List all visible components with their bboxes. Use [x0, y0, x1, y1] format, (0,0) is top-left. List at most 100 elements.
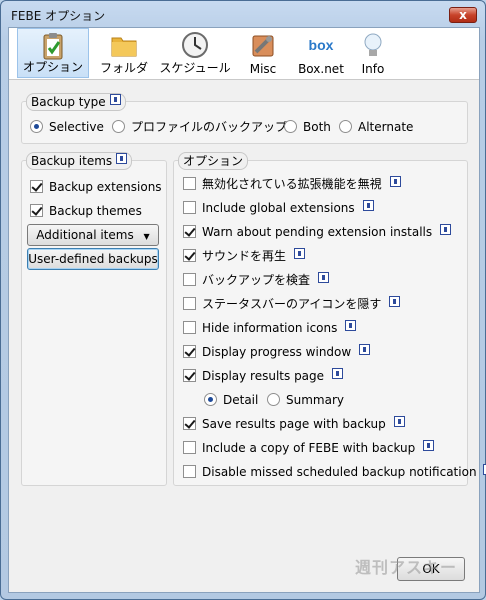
checkbox[interactable]	[183, 321, 196, 334]
clock-icon	[182, 32, 208, 58]
radio-selective[interactable]: Selective	[30, 118, 104, 136]
option-verify-backup[interactable]: バックアップを検査	[183, 271, 330, 289]
option-play-sound[interactable]: サウンドを再生	[183, 247, 306, 265]
additional-items-button[interactable]: Additional items ▼	[27, 224, 159, 246]
checkbox[interactable]	[183, 441, 196, 454]
tab-label: オプション	[22, 60, 83, 74]
radio-profile-backup[interactable]: プロファイルのバックアップ	[112, 118, 287, 136]
info-icon[interactable]	[423, 440, 435, 451]
info-icon[interactable]	[359, 344, 371, 355]
option-display-progress[interactable]: Display progress window	[183, 343, 371, 361]
radio-button[interactable]	[339, 120, 352, 133]
checkbox[interactable]	[183, 369, 196, 382]
checkbox[interactable]	[30, 180, 43, 193]
info-icon[interactable]	[482, 464, 486, 475]
radio-button[interactable]	[284, 120, 297, 133]
options-group: オプション 無効化されている拡張機能を無視 Include global ext…	[173, 152, 486, 486]
backup-themes-checkbox[interactable]: Backup themes	[30, 202, 142, 220]
tab-boxnet[interactable]: box Box.net	[291, 28, 351, 78]
checkbox-label: Hide information icons	[202, 321, 338, 335]
radio-label: Summary	[286, 393, 344, 407]
tab-folder[interactable]: フォルダ	[93, 28, 155, 78]
checkbox-label: ステータスバーのアイコンを隠す	[202, 297, 382, 311]
checkbox-label: Warn about pending extension installs	[202, 225, 433, 239]
info-icon[interactable]	[389, 296, 401, 307]
folder-icon	[111, 37, 137, 57]
info-icon[interactable]	[362, 200, 374, 211]
checkbox-label: 無効化されている拡張機能を無視	[202, 177, 382, 191]
radio-summary[interactable]: Summary	[267, 391, 344, 409]
radio-label: Both	[303, 120, 331, 134]
radio-detail[interactable]: Detail	[204, 391, 258, 409]
title-bar: FEBE オプション x	[1, 1, 485, 27]
checkbox[interactable]	[183, 225, 196, 238]
radio-alternate[interactable]: Alternate	[339, 118, 413, 136]
option-hide-info-icons[interactable]: Hide information icons	[183, 319, 357, 337]
tab-label: Info	[361, 62, 385, 76]
option-include-febe-copy[interactable]: Include a copy of FEBE with backup	[183, 439, 435, 457]
radio-label: Selective	[49, 120, 104, 134]
info-icon[interactable]	[389, 176, 401, 187]
dialog-body: オプション フォルダ スケジュール Misc box Box.net Info …	[8, 27, 486, 593]
checkbox[interactable]	[183, 465, 196, 478]
tools-icon	[252, 35, 274, 57]
tab-info[interactable]: Info	[353, 28, 393, 78]
checkbox-label: Save results page with backup	[202, 417, 386, 431]
info-icon[interactable]	[294, 248, 306, 259]
checkbox[interactable]	[183, 177, 196, 190]
option-warn-pending[interactable]: Warn about pending extension installs	[183, 223, 452, 241]
checkbox[interactable]	[183, 297, 196, 310]
box-logo-icon: box	[308, 37, 334, 53]
tab-toolbar: オプション フォルダ スケジュール Misc box Box.net Info	[9, 28, 479, 80]
checkbox-label: Backup themes	[49, 204, 142, 218]
checkbox-label: Disable missed scheduled backup notifica…	[202, 465, 477, 479]
user-defined-backups-button[interactable]: User-defined backups	[27, 248, 159, 270]
info-icon[interactable]	[109, 94, 121, 105]
checkbox-label: Backup extensions	[49, 180, 162, 194]
checkbox-label: Include global extensions	[202, 201, 355, 215]
option-include-global[interactable]: Include global extensions	[183, 199, 374, 217]
backup-extensions-checkbox[interactable]: Backup extensions	[30, 178, 162, 196]
checkbox-label: Display results page	[202, 369, 325, 383]
button-label: User-defined backups	[28, 252, 158, 266]
options-window: FEBE オプション x オプション フォルダ スケジュール Misc box …	[0, 0, 486, 600]
tab-label: Box.net	[298, 62, 344, 76]
info-icon[interactable]	[345, 320, 357, 331]
checkbox-label: Display progress window	[202, 345, 352, 359]
option-disable-missed-notification[interactable]: Disable missed scheduled backup notifica…	[183, 463, 486, 481]
group-title-text: Backup type	[31, 95, 106, 109]
info-icon[interactable]	[332, 368, 344, 379]
radio-label: Detail	[223, 393, 259, 407]
button-label: Additional items	[36, 228, 134, 242]
backup-items-group: Backup items Backup extensions Backup th…	[21, 152, 167, 486]
radio-button[interactable]	[30, 120, 43, 133]
tab-options[interactable]: オプション	[17, 28, 89, 78]
checkbox[interactable]	[30, 204, 43, 217]
info-icon[interactable]	[116, 153, 128, 164]
checkbox[interactable]	[183, 249, 196, 262]
checkbox[interactable]	[183, 417, 196, 430]
tab-label: スケジュール	[159, 61, 231, 75]
radio-button[interactable]	[267, 393, 280, 406]
info-icon[interactable]	[440, 224, 452, 235]
radio-label: プロファイルのバックアップ	[131, 120, 288, 134]
lightbulb-icon	[364, 33, 382, 56]
option-save-results[interactable]: Save results page with backup	[183, 415, 405, 433]
radio-button[interactable]	[204, 393, 217, 406]
radio-button[interactable]	[112, 120, 125, 133]
option-display-results[interactable]: Display results page	[183, 367, 344, 385]
group-title-text: Backup items	[31, 154, 113, 168]
close-button[interactable]: x	[449, 7, 477, 23]
tab-schedule[interactable]: スケジュール	[159, 28, 231, 78]
radio-label: Alternate	[358, 120, 414, 134]
info-icon[interactable]	[318, 272, 330, 283]
radio-both[interactable]: Both	[284, 118, 331, 136]
info-icon[interactable]	[393, 416, 405, 427]
checkbox[interactable]	[183, 273, 196, 286]
option-hide-statusbar-icon[interactable]: ステータスバーのアイコンを隠す	[183, 295, 401, 313]
tab-misc[interactable]: Misc	[241, 28, 285, 78]
tab-label: フォルダ	[99, 61, 148, 75]
checkbox[interactable]	[183, 345, 196, 358]
checkbox[interactable]	[183, 201, 196, 214]
option-ignore-disabled[interactable]: 無効化されている拡張機能を無視	[183, 175, 401, 193]
